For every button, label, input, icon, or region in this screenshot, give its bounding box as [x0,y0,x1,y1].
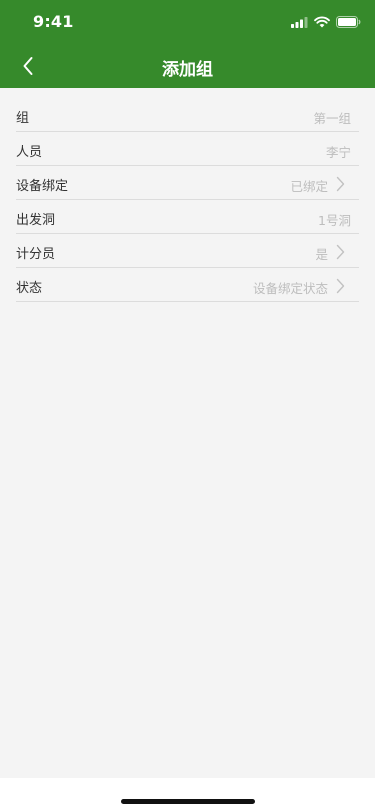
row-label: 设备绑定 [16,179,69,194]
chevron-right-icon [336,278,345,294]
row-group[interactable]: 组 第一组 [16,98,359,132]
row-value: 第一组 [313,111,351,126]
row-label: 状态 [16,281,43,296]
row-value: 李宁 [325,145,351,160]
row-value: 1号洞 [318,213,351,228]
wifi-icon [314,16,330,28]
group-form: 组 第一组 人员 李宁 设备绑定 已绑定 出发洞 1号洞 计分员 是 状态 设备… [0,98,375,302]
row-member[interactable]: 人员 李宁 [16,132,359,166]
row-label: 出发洞 [16,213,56,228]
home-indicator-area [0,778,375,812]
nav-bar: 添加组 [0,44,375,88]
status-icons [291,15,361,29]
status-bar: 9:41 [0,0,375,44]
row-label: 计分员 [16,247,56,262]
row-value: 设备绑定状态 [252,281,328,296]
row-start-hole[interactable]: 出发洞 1号洞 [16,200,359,234]
status-time: 9:41 [33,12,74,31]
row-value: 已绑定 [290,179,328,194]
battery-icon [336,16,361,28]
row-device-binding[interactable]: 设备绑定 已绑定 [16,166,359,200]
row-label: 人员 [16,145,43,160]
row-status[interactable]: 状态 设备绑定状态 [16,268,359,302]
chevron-right-icon [336,244,345,260]
signal-icon [291,16,308,28]
row-value: 是 [315,247,328,262]
chevron-right-icon [336,176,345,192]
row-label: 组 [16,111,30,126]
home-indicator[interactable] [121,799,255,804]
page-title: 添加组 [162,60,213,80]
header: 9:41 添加组 [0,0,375,88]
row-scorer[interactable]: 计分员 是 [16,234,359,268]
